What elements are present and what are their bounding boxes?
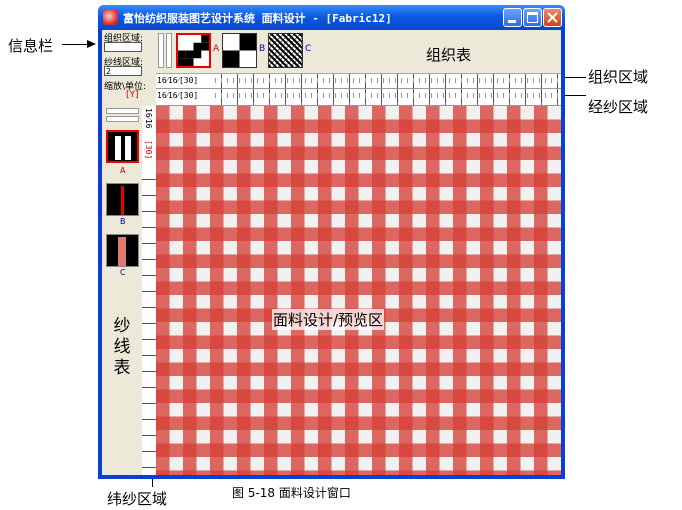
yarn-a-stripe-left [115,136,121,160]
annotation-warp-area: 经纱区域 [588,98,649,116]
weft-strip-text-top: 16⁄16 [144,108,153,129]
weave-area-field[interactable] [104,42,142,52]
yarn-area-field[interactable]: 2 [104,66,142,76]
yarn-c-stripe [118,237,126,266]
yarn-tile-b-label: B [120,217,126,226]
yarn-table-title: 纱线表 [113,316,131,378]
yarn-tile-b[interactable] [106,183,139,216]
weft-area-strip[interactable]: 16⁄16 [30] [142,106,157,475]
weave-table: A B C 组织表 [156,30,561,74]
yarn-table: A B C 纱线表 [102,106,142,475]
warp-area-strip[interactable]: 16⁄16⁄[30] [156,89,561,106]
maximize-button[interactable] [523,8,542,27]
yarn-scroll-up[interactable] [106,108,139,114]
yarn-tile-c[interactable] [106,234,139,267]
weft-strip-text-bottom: [30] [144,140,153,160]
app-icon[interactable] [103,10,118,25]
warp-strip-ticks [210,89,561,105]
figure-caption: 图 5-18 面料设计窗口 [232,486,351,500]
weft-strip-ticks [142,168,156,475]
fabric-preview-area[interactable]: 面料设计/预览区 [156,106,561,475]
weave-strip-ticks [210,74,561,88]
close-button[interactable] [543,8,562,27]
info-panel: 组织区域: 纱线区域: 2 缩放\单位: [Y] [102,30,154,106]
weave-scroll-left[interactable] [158,33,164,68]
weave-tile-a-label: A [213,44,220,54]
maximize-icon [527,12,538,23]
fabric-design-window: 富怡纺织服装图艺设计系统 面料设计 - [Fabric12] 组织区域: 纱线区… [98,5,565,479]
minimize-icon [508,20,516,23]
info-bar-arrow [87,40,96,48]
annotation-weave-area: 组织区域 [588,68,649,86]
info-bar-pointer-line [62,44,88,45]
close-icon [547,12,558,23]
weave-tile-b-label: B [259,44,266,54]
yarn-tile-a-label: A [120,166,126,175]
weave-scroll-right[interactable] [166,33,172,68]
annotation-info-bar: 信息栏 [8,37,54,55]
yarn-tile-a[interactable] [106,130,139,163]
weave-tile-b[interactable] [222,33,257,68]
twill-weave-icon [178,35,209,66]
weave-tile-c-label: C [305,44,312,54]
annotation-weft-area: 纬纱区域 [107,490,168,508]
title-bar[interactable]: 富怡纺织服装图艺设计系统 面料设计 - [Fabric12] [98,5,565,30]
satin-weave-icon [269,34,302,67]
weave-area-strip[interactable]: 16⁄16⁄[30] [156,74,561,89]
window-client-area: 组织区域: 纱线区域: 2 缩放\单位: [Y] A B C 组织表 16⁄16… [102,30,561,475]
weave-tile-a[interactable] [176,33,211,68]
yarn-a-stripe-right [125,136,131,160]
weave-strip-prefix: 16⁄16⁄[30] [157,76,199,85]
warp-strip-prefix: 16⁄16⁄[30] [157,91,199,100]
fabric-preview-label: 面料设计/预览区 [272,309,385,330]
yarn-scroll-down[interactable] [106,116,139,122]
weave-tile-c[interactable] [268,33,303,68]
plain-weave-icon [223,34,256,67]
yarn-b-stripe [121,186,124,215]
window-title: 富怡纺织服装图艺设计系统 面料设计 - [Fabric12] [123,12,392,25]
zoom-unit-value[interactable]: [Y] [126,90,139,100]
yarn-tile-c-label: C [120,268,126,277]
minimize-button[interactable] [503,8,522,27]
weave-table-title: 组织表 [426,46,472,64]
